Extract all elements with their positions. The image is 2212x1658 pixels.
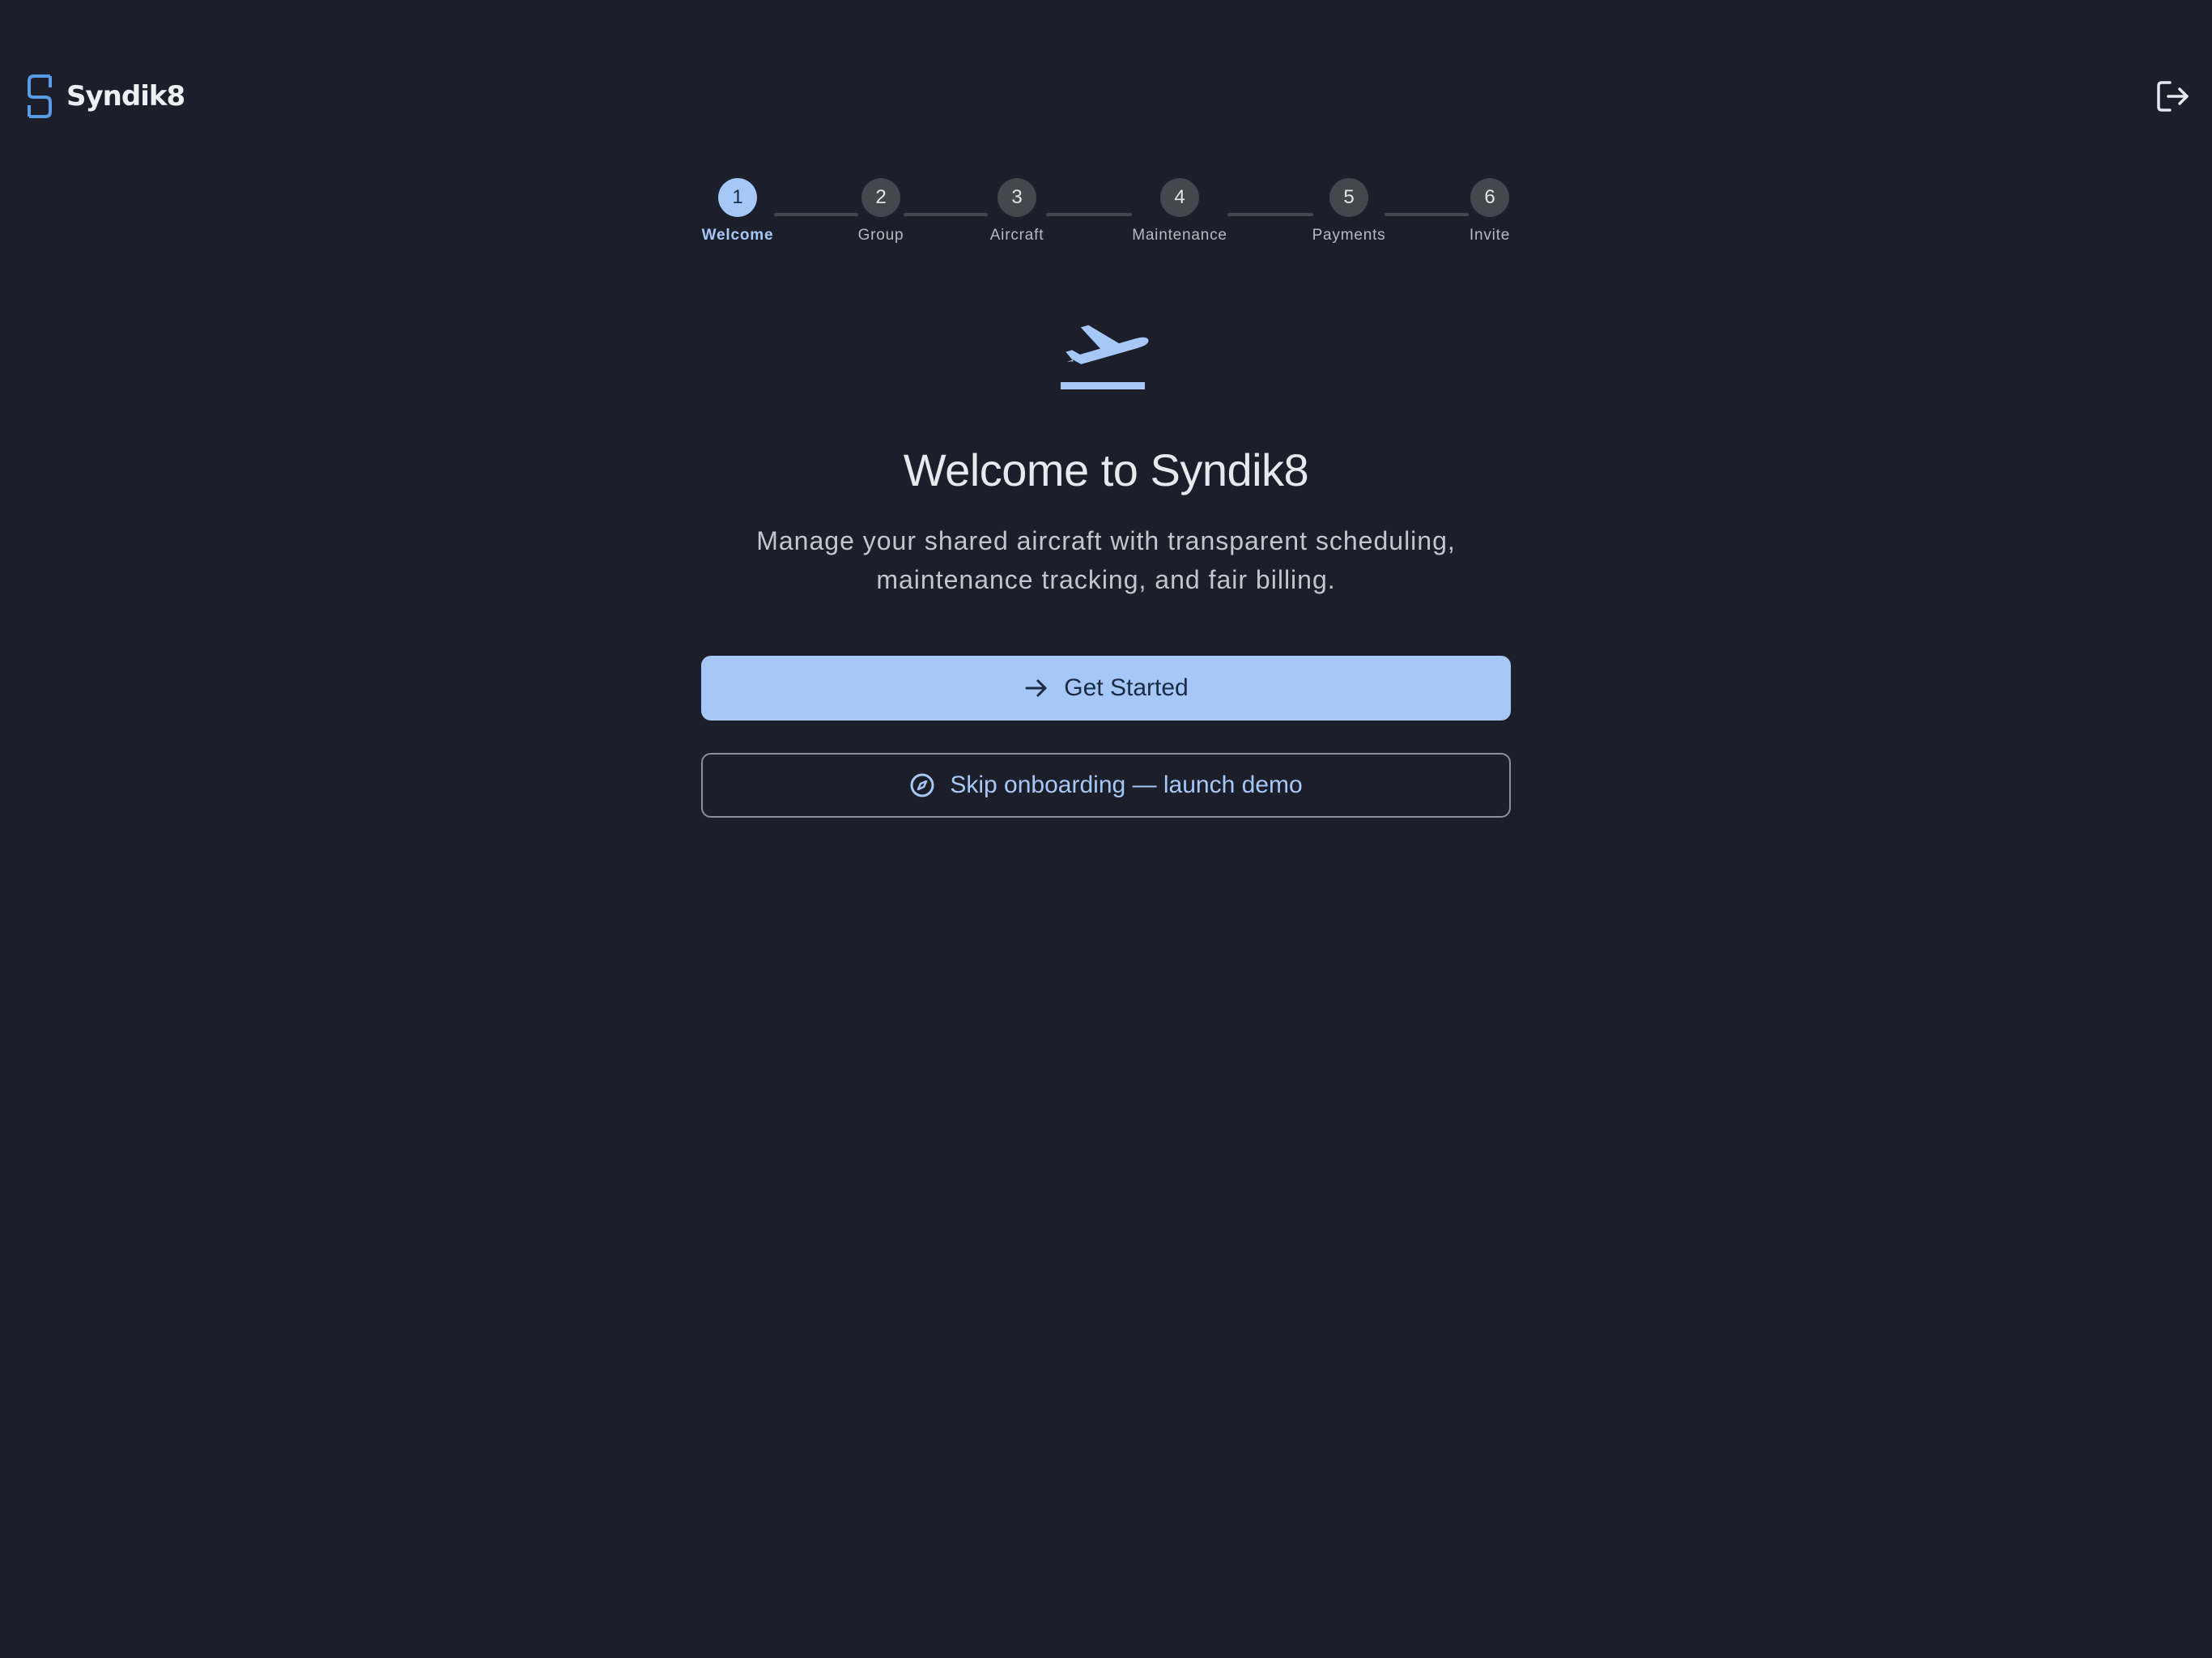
step-number: 6 (1470, 178, 1509, 217)
get-started-label: Get Started (1064, 674, 1189, 701)
step-payments[interactable]: 5 Payments (1312, 178, 1386, 244)
step-welcome[interactable]: 1 Welcome (701, 178, 774, 244)
step-number: 4 (1160, 178, 1199, 217)
step-label: Payments (1312, 227, 1386, 244)
subtitle-line: maintenance tracking, and fair billing. (876, 565, 1336, 594)
get-started-button[interactable]: Get Started (701, 656, 1511, 721)
step-label: Invite (1469, 227, 1511, 244)
step-connector (1385, 213, 1469, 216)
onboarding-stepper: 1 Welcome 2 Group 3 Aircraft 4 Maintenan… (701, 178, 1511, 251)
welcome-title: Welcome to Syndik8 (903, 444, 1309, 495)
step-label: Group (857, 227, 904, 244)
step-label: Aircraft (989, 227, 1044, 244)
step-aircraft[interactable]: 3 Aircraft (988, 178, 1046, 244)
arrow-right-icon (1025, 679, 1047, 697)
step-group[interactable]: 2 Group (858, 178, 904, 244)
skip-onboarding-label: Skip onboarding — launch demo (950, 772, 1303, 798)
step-number: 5 (1329, 178, 1368, 217)
step-number: 1 (718, 178, 757, 217)
logo-mark-icon (28, 74, 52, 118)
app-name: Syndik8 (66, 80, 185, 113)
logout-button[interactable] (2154, 78, 2191, 115)
step-number: 2 (861, 178, 900, 217)
skip-onboarding-button[interactable]: Skip onboarding — launch demo (701, 753, 1511, 818)
step-connector (904, 213, 988, 216)
step-maintenance[interactable]: 4 Maintenance (1132, 178, 1227, 244)
compass-icon (910, 773, 934, 797)
step-number: 3 (998, 178, 1036, 217)
subtitle-line: Manage your shared aircraft with transpa… (756, 526, 1456, 555)
step-invite[interactable]: 6 Invite (1469, 178, 1511, 244)
step-label: Maintenance (1132, 227, 1227, 244)
step-connector (1046, 213, 1132, 216)
step-connector (774, 213, 858, 216)
logout-icon (2157, 81, 2189, 112)
step-label: Welcome (701, 227, 774, 244)
welcome-subtitle: Manage your shared aircraft with transpa… (701, 521, 1511, 599)
app-logo[interactable]: Syndik8 (26, 73, 185, 120)
airplane-takeoff-icon (1061, 325, 1149, 389)
app-header: Syndik8 (0, 0, 2212, 194)
step-connector (1227, 213, 1313, 216)
